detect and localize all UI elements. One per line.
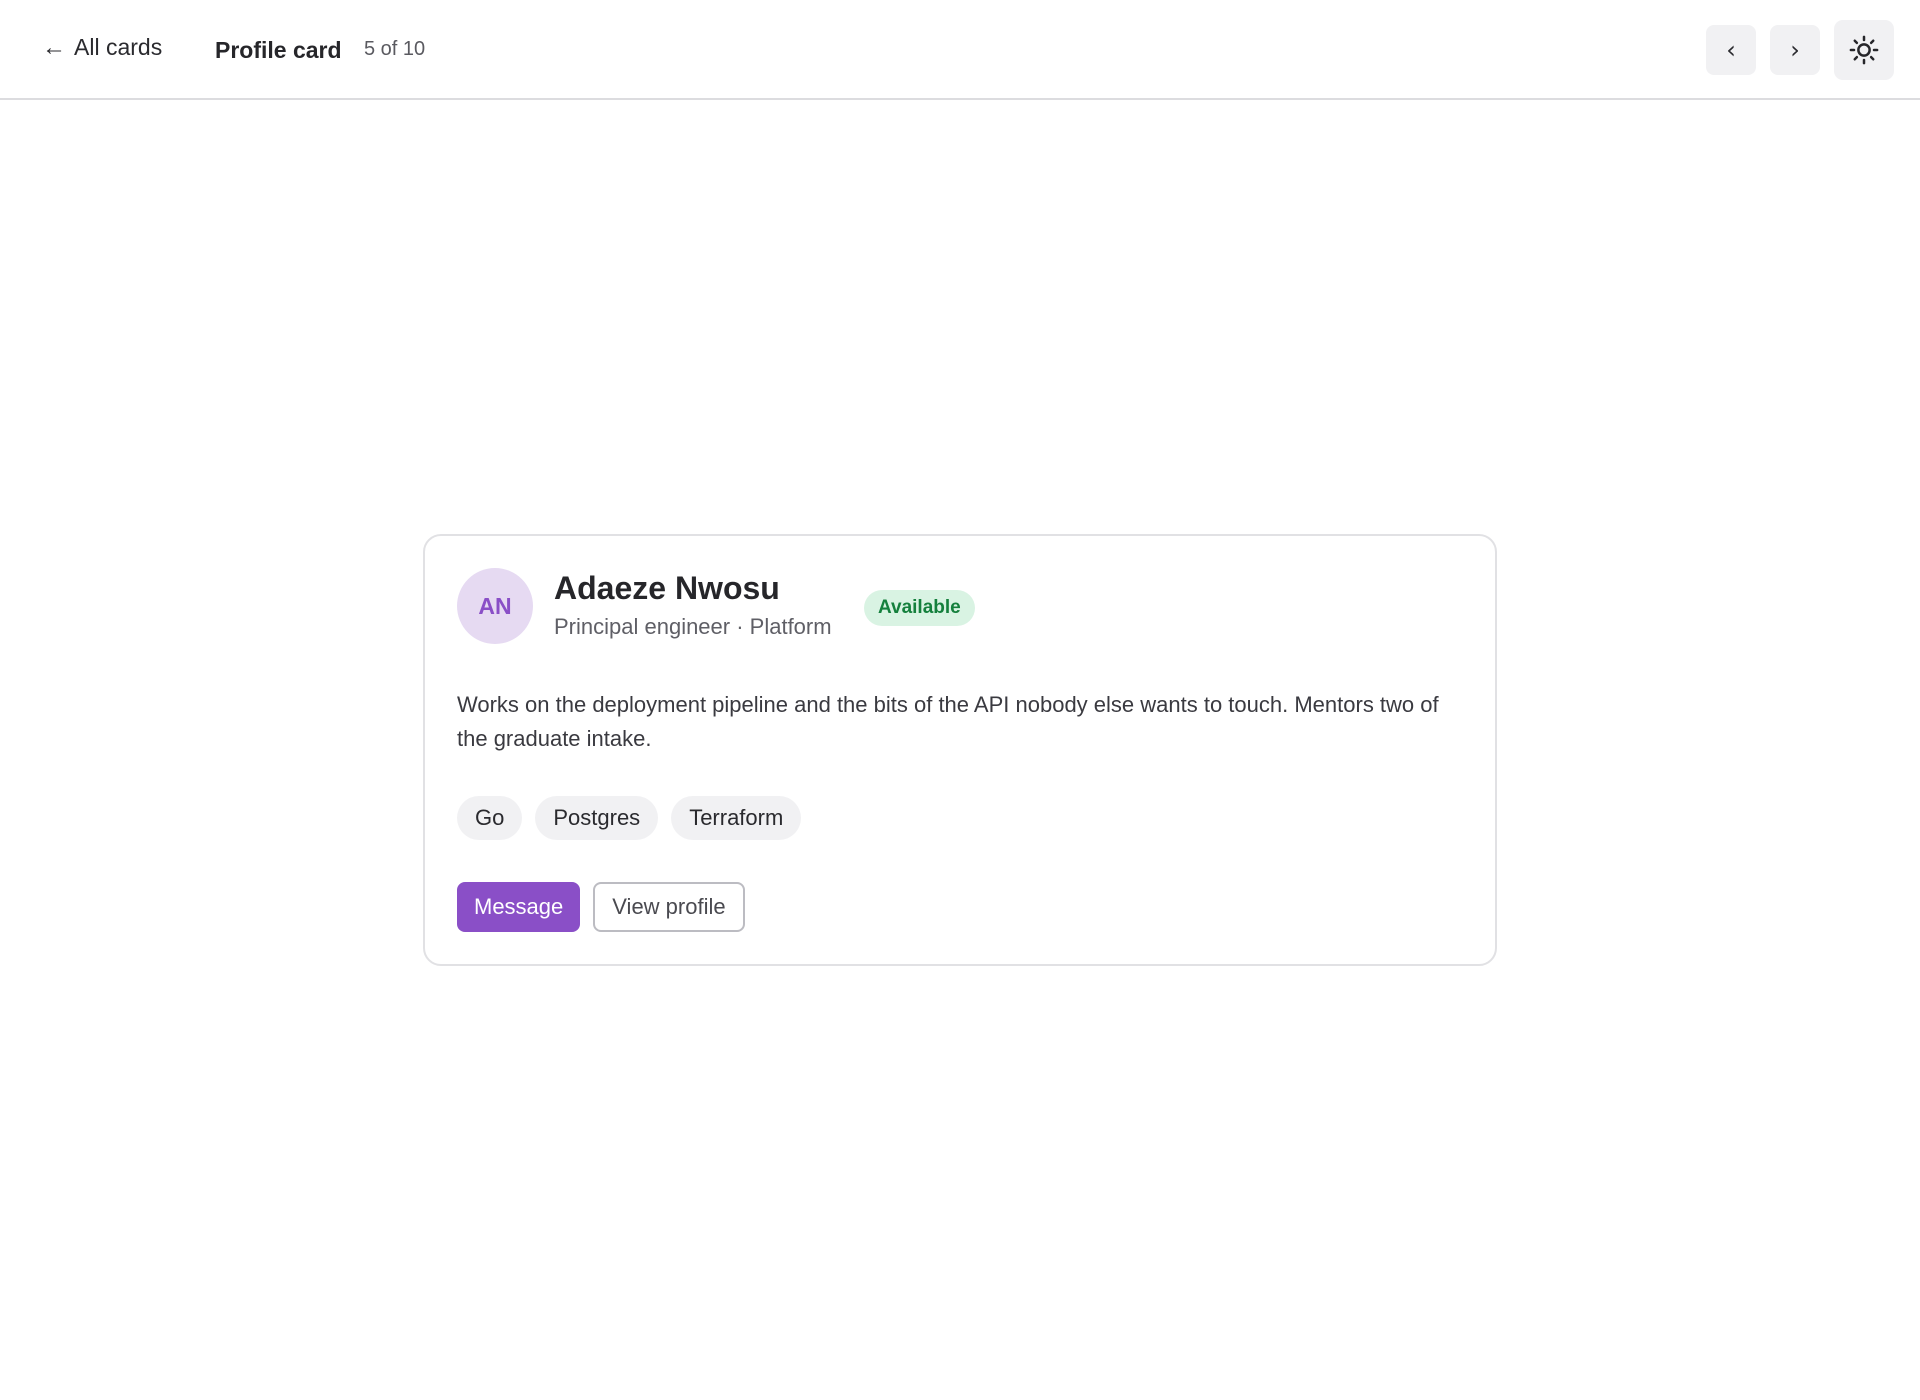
profile-card: AN Adaeze Nwosu Principal engineer · Pla… (423, 534, 1497, 966)
profile-role: Principal engineer · Platform (554, 614, 832, 639)
back-to-all-cards-link[interactable]: ← All cards (42, 34, 162, 61)
message-button[interactable]: Message (457, 882, 581, 932)
profile-bio: Works on the deployment pipeline and the… (457, 692, 1439, 751)
avatar-initials: AN (478, 592, 512, 619)
arrow-left-icon: ← (42, 33, 66, 61)
view-profile-button[interactable]: View profile (593, 882, 745, 932)
profile-name: Adaeze Nwosu (554, 570, 780, 606)
avatar: AN (457, 568, 533, 644)
top-bar: ← All cards Profile card 5 of 10 ‹ › (0, 0, 1920, 100)
back-link-label: All cards (74, 34, 163, 60)
skill-tag-terraform[interactable]: Terraform (671, 796, 802, 840)
chevron-right-icon: › (1790, 36, 1800, 64)
next-card-button[interactable]: › (1770, 25, 1820, 75)
card-counter: 5 of 10 (364, 38, 426, 60)
chevron-left-icon: ‹ (1726, 36, 1736, 64)
skill-tag-go[interactable]: Go (457, 796, 523, 840)
card-actions: Message View profile (457, 882, 745, 932)
page-title: Profile card (215, 37, 342, 63)
skill-tags: Go Postgres Terraform (457, 796, 802, 840)
previous-card-button[interactable]: ‹ (1706, 25, 1756, 75)
sun-icon (1849, 35, 1879, 65)
status-badge: Available (864, 590, 975, 626)
theme-toggle-button[interactable] (1834, 20, 1894, 80)
skill-tag-postgres[interactable]: Postgres (535, 796, 659, 840)
